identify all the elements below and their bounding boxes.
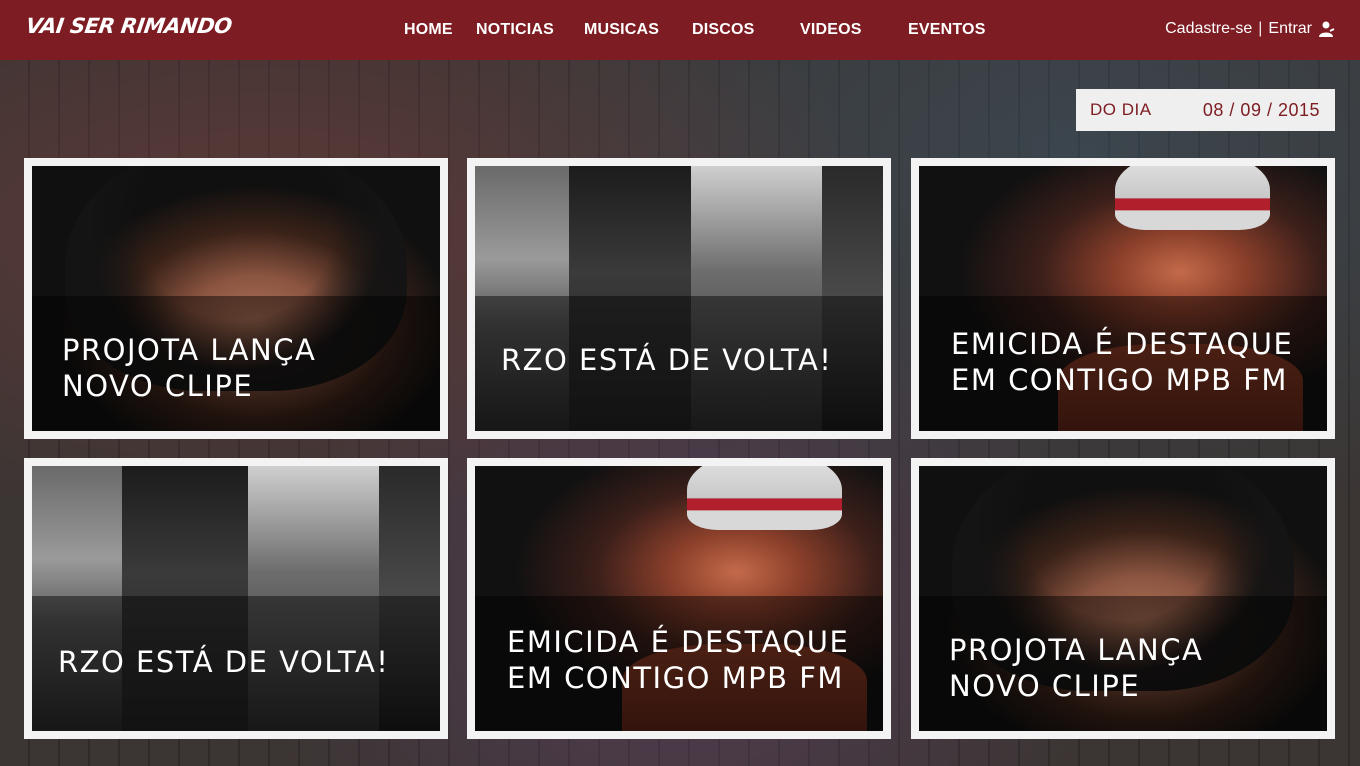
news-card[interactable]: RZO ESTÁ DE VOLTA! — [467, 158, 891, 439]
nav-discos[interactable]: DISCOS — [692, 21, 755, 39]
news-title: PROJOTA LANÇA NOVO CLIPE — [62, 333, 317, 403]
nav-noticias[interactable]: NOTICIAS — [476, 21, 554, 39]
news-title: PROJOTA LANÇA NOVO CLIPE — [949, 633, 1204, 703]
login-link[interactable]: Entrar — [1268, 20, 1312, 38]
date-label: DO DIA — [1090, 100, 1152, 119]
auth-links: Cadastre-se | Entrar — [1165, 20, 1336, 38]
register-link[interactable]: Cadastre-se — [1165, 20, 1252, 38]
user-icon[interactable] — [1318, 20, 1336, 38]
site-logo[interactable]: VAI SER RIMANDO — [24, 14, 233, 38]
news-card[interactable]: PROJOTA LANÇA NOVO CLIPE — [24, 158, 448, 439]
news-title: RZO ESTÁ DE VOLTA! — [58, 645, 390, 679]
auth-separator: | — [1258, 20, 1263, 37]
news-card-image: RZO ESTÁ DE VOLTA! — [475, 166, 883, 431]
nav-eventos[interactable]: EVENTOS — [908, 21, 986, 39]
news-card-image: RZO ESTÁ DE VOLTA! — [32, 466, 440, 731]
nav-home[interactable]: HOME — [404, 21, 453, 39]
news-title: EMICIDA É DESTAQUE EM CONTIGO MPB FM — [507, 625, 850, 695]
news-card-image: EMICIDA É DESTAQUE EM CONTIGO MPB FM — [919, 166, 1327, 431]
news-card[interactable]: EMICIDA É DESTAQUE EM CONTIGO MPB FM — [467, 458, 891, 739]
nav-musicas[interactable]: MUSICAS — [584, 21, 659, 39]
nav-videos[interactable]: VIDEOS — [800, 21, 862, 39]
news-card[interactable]: EMICIDA É DESTAQUE EM CONTIGO MPB FM — [911, 158, 1335, 439]
news-title: RZO ESTÁ DE VOLTA! — [501, 343, 833, 377]
news-card-image: PROJOTA LANÇA NOVO CLIPE — [32, 166, 440, 431]
news-card-image: EMICIDA É DESTAQUE EM CONTIGO MPB FM — [475, 466, 883, 731]
date-value: 08 / 09 / 2015 — [1202, 99, 1320, 120]
top-navbar: VAI SER RIMANDO HOME NOTICIAS MUSICAS DI… — [0, 0, 1360, 60]
news-card-image: PROJOTA LANÇA NOVO CLIPE — [919, 466, 1327, 731]
date-box: DO DIA 08 / 09 / 2015 — [1076, 89, 1335, 131]
news-card[interactable]: PROJOTA LANÇA NOVO CLIPE — [911, 458, 1335, 739]
news-title: EMICIDA É DESTAQUE EM CONTIGO MPB FM — [951, 327, 1294, 397]
news-card[interactable]: RZO ESTÁ DE VOLTA! — [24, 458, 448, 739]
